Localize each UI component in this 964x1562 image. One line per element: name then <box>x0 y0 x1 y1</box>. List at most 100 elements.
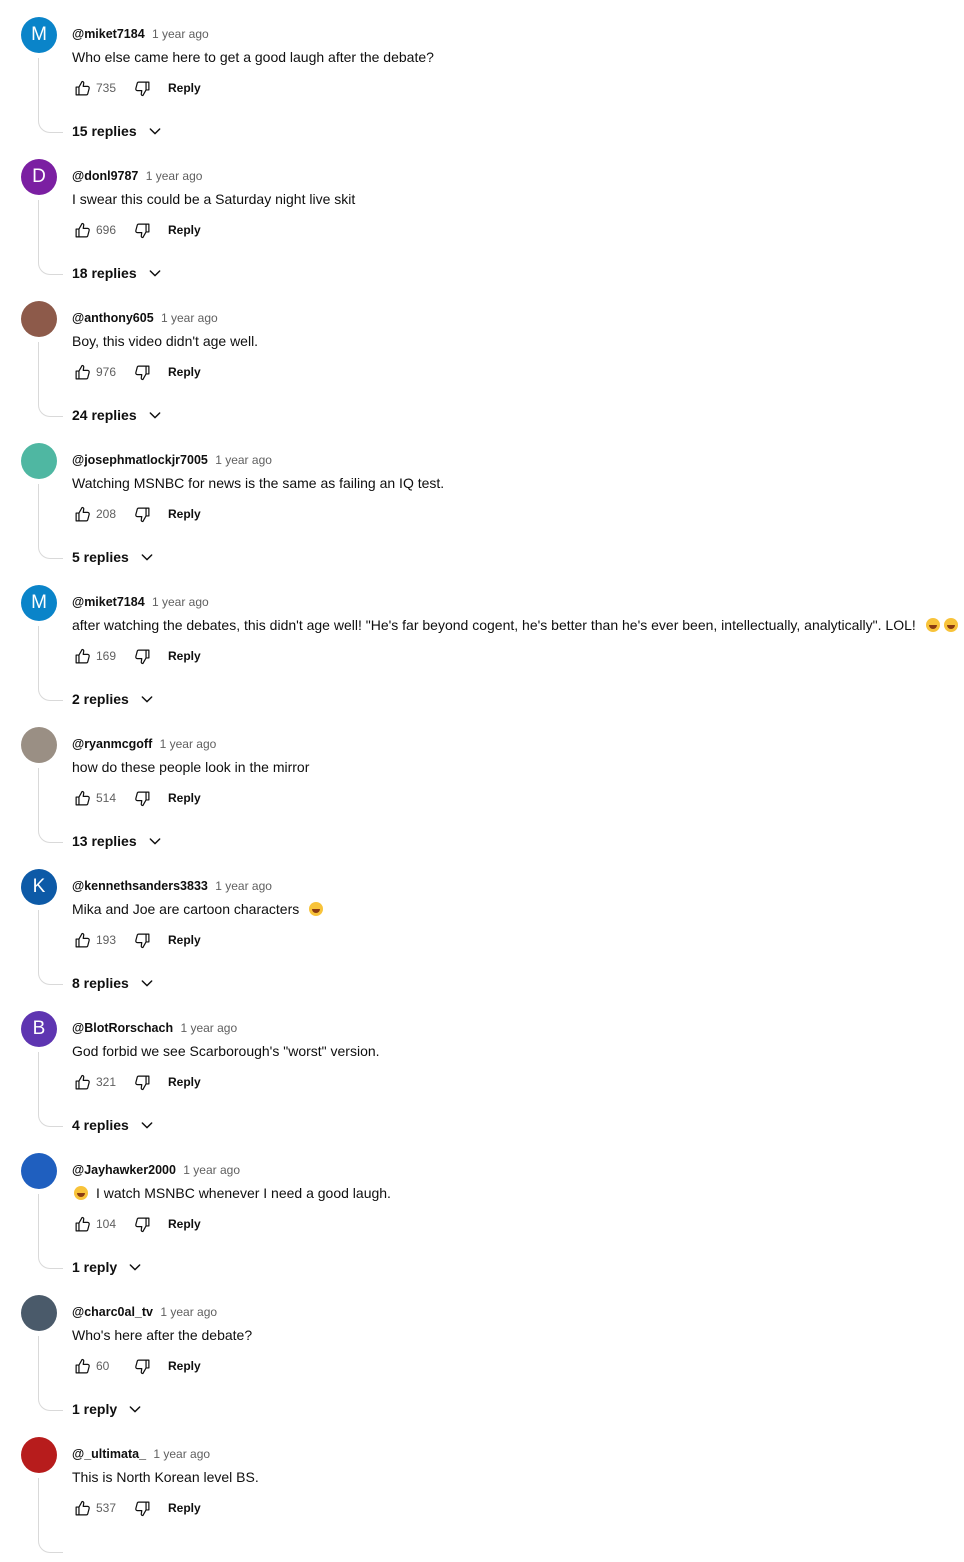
comment-header: @anthony605 1 year ago <box>72 311 218 325</box>
view-replies-button[interactable]: 4 replies <box>72 1117 155 1133</box>
view-replies-button[interactable]: 2 replies <box>72 691 155 707</box>
timestamp[interactable]: 1 year ago <box>215 453 272 467</box>
thumbs-up-icon[interactable] <box>72 1356 92 1376</box>
timestamp[interactable]: 1 year ago <box>180 1021 237 1035</box>
comment-text: Watching MSNBC for news is the same as f… <box>72 475 444 491</box>
view-replies-button[interactable]: 15 replies <box>72 123 163 139</box>
timestamp[interactable]: 1 year ago <box>153 1447 210 1461</box>
comment-body: Who else came here to get a good laugh a… <box>72 49 434 65</box>
avatar[interactable]: M <box>21 585 57 621</box>
view-replies-button[interactable]: 5 replies <box>72 549 155 565</box>
like-count: 321 <box>96 1075 117 1089</box>
thumbs-down-icon[interactable] <box>132 78 152 98</box>
avatar[interactable] <box>21 443 57 479</box>
timestamp[interactable]: 1 year ago <box>152 595 209 609</box>
thumbs-up-icon[interactable] <box>72 504 92 524</box>
chevron-down-icon <box>139 549 155 565</box>
thumbs-down-icon[interactable] <box>132 220 152 240</box>
comment-thread: M @miket7184 1 year ago Who else came he… <box>0 0 964 142</box>
comment-thread: @anthony605 1 year ago Boy, this video d… <box>0 284 964 426</box>
comment-text: how do these people look in the mirror <box>72 759 309 775</box>
reply-button[interactable]: Reply <box>168 1359 201 1373</box>
comment-actions: 104 Reply <box>72 1214 201 1234</box>
replies-count: 4 replies <box>72 1117 129 1133</box>
avatar[interactable] <box>21 301 57 337</box>
thumbs-up-icon[interactable] <box>72 220 92 240</box>
avatar[interactable]: M <box>21 17 57 53</box>
view-replies-button[interactable]: 13 replies <box>72 833 163 849</box>
thumbs-down-icon[interactable] <box>132 646 152 666</box>
timestamp[interactable]: 1 year ago <box>215 879 272 893</box>
thumbs-down-icon[interactable] <box>132 788 152 808</box>
comment-header: @donl9787 1 year ago <box>72 169 202 183</box>
reply-button[interactable]: Reply <box>168 81 201 95</box>
thumbs-up-icon[interactable] <box>72 930 92 950</box>
reply-button[interactable]: Reply <box>168 1501 201 1515</box>
thumbs-up-icon[interactable] <box>72 646 92 666</box>
thumbs-down-icon[interactable] <box>132 1072 152 1092</box>
timestamp[interactable]: 1 year ago <box>160 737 217 751</box>
reply-button[interactable]: Reply <box>168 791 201 805</box>
view-replies-button[interactable]: 18 replies <box>72 265 163 281</box>
view-replies-button[interactable]: 8 replies <box>72 975 155 991</box>
thumbs-down-icon[interactable] <box>132 504 152 524</box>
thumbs-up-icon[interactable] <box>72 362 92 382</box>
author-name[interactable]: @charc0al_tv <box>72 1305 153 1319</box>
timestamp[interactable]: 1 year ago <box>152 27 209 41</box>
thumbs-up-icon[interactable] <box>72 1072 92 1092</box>
author-name[interactable]: @donl9787 <box>72 169 138 183</box>
comment-header: @BlotRorschach 1 year ago <box>72 1021 237 1035</box>
reply-button[interactable]: Reply <box>168 507 201 521</box>
view-replies-button[interactable]: 24 replies <box>72 407 163 423</box>
timestamp[interactable]: 1 year ago <box>161 311 218 325</box>
thumbs-up-icon[interactable] <box>72 1498 92 1518</box>
author-name[interactable]: @anthony605 <box>72 311 154 325</box>
reply-button[interactable]: Reply <box>168 223 201 237</box>
avatar[interactable] <box>21 1153 57 1189</box>
comment-body: after watching the debates, this didn't … <box>72 617 916 633</box>
thumbs-down-icon[interactable] <box>132 930 152 950</box>
comment-thread: D @donl9787 1 year ago I swear this coul… <box>0 142 964 284</box>
author-name[interactable]: @josephmatlockjr7005 <box>72 453 208 467</box>
avatar[interactable]: D <box>21 159 57 195</box>
avatar[interactable] <box>21 1295 57 1331</box>
thumbs-up-icon[interactable] <box>72 788 92 808</box>
chevron-down-icon <box>147 265 163 281</box>
thumbs-up-icon[interactable] <box>72 78 92 98</box>
like-count: 537 <box>96 1501 117 1515</box>
comment-text: This is North Korean level BS. <box>72 1469 259 1485</box>
thumbs-up-icon[interactable] <box>72 1214 92 1234</box>
reply-button[interactable]: Reply <box>168 1217 201 1231</box>
reply-button[interactable]: Reply <box>168 933 201 947</box>
author-name[interactable]: @kennethsanders3833 <box>72 879 208 893</box>
reply-button[interactable]: Reply <box>168 1075 201 1089</box>
author-name[interactable]: @Jayhawker2000 <box>72 1163 176 1177</box>
comment-thread: B @BlotRorschach 1 year ago God forbid w… <box>0 994 964 1136</box>
replies-count: 24 replies <box>72 407 137 423</box>
thumbs-down-icon[interactable] <box>132 1498 152 1518</box>
author-name[interactable]: @ryanmcgoff <box>72 737 152 751</box>
author-name[interactable]: @miket7184 <box>72 27 145 41</box>
thumbs-down-icon[interactable] <box>132 362 152 382</box>
comments-section: M @miket7184 1 year ago Who else came he… <box>0 0 964 1562</box>
view-replies-button[interactable]: 1 reply <box>72 1259 143 1275</box>
thread-line <box>38 626 63 701</box>
timestamp[interactable]: 1 year ago <box>183 1163 240 1177</box>
timestamp[interactable]: 1 year ago <box>146 169 203 183</box>
comment-body: Who's here after the debate? <box>72 1327 253 1343</box>
thumbs-down-icon[interactable] <box>132 1214 152 1234</box>
avatar[interactable] <box>21 727 57 763</box>
chevron-down-icon <box>139 975 155 991</box>
author-name[interactable]: @miket7184 <box>72 595 145 609</box>
comment-actions: 537 Reply <box>72 1498 201 1518</box>
thumbs-down-icon[interactable] <box>132 1356 152 1376</box>
author-name[interactable]: @_ultimata_ <box>72 1447 146 1461</box>
avatar[interactable]: K <box>21 869 57 905</box>
author-name[interactable]: @BlotRorschach <box>72 1021 173 1035</box>
timestamp[interactable]: 1 year ago <box>160 1305 217 1319</box>
reply-button[interactable]: Reply <box>168 365 201 379</box>
reply-button[interactable]: Reply <box>168 649 201 663</box>
view-replies-button[interactable]: 1 reply <box>72 1401 143 1417</box>
avatar[interactable]: B <box>21 1011 57 1047</box>
avatar[interactable] <box>21 1437 57 1473</box>
